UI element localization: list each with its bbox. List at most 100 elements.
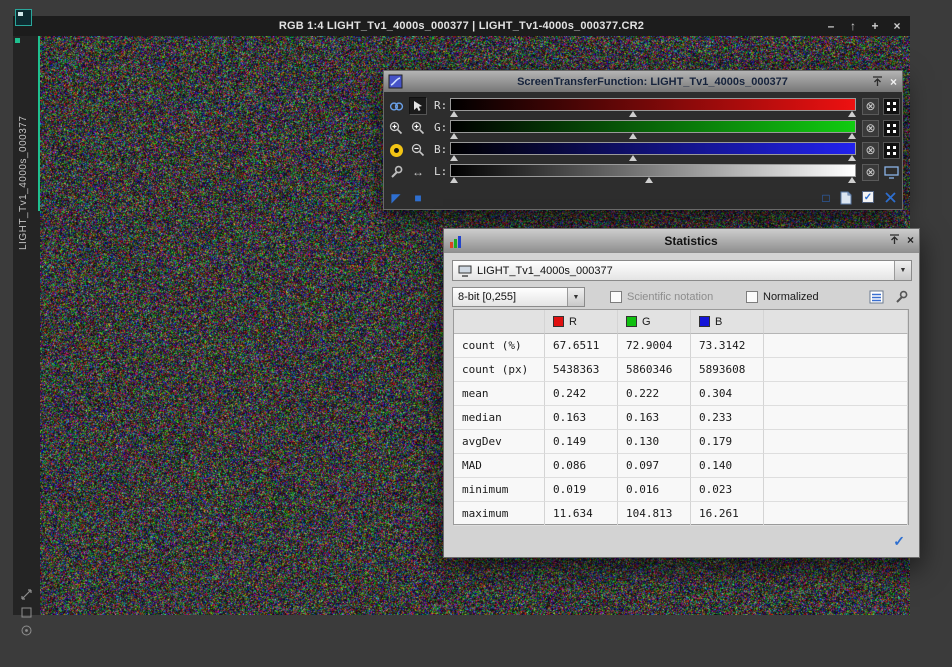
stf-slider-b[interactable]: [450, 142, 856, 161]
zoom-out-icon[interactable]: [409, 141, 427, 159]
chevron-down-icon[interactable]: ▼: [567, 288, 584, 306]
range-selector[interactable]: 8-bit [0,255] ▼: [452, 287, 585, 307]
reset-channel-icon[interactable]: ⊗: [862, 164, 879, 181]
enabled-checkbox[interactable]: ✓: [862, 191, 878, 207]
cell-value: 0.233: [691, 406, 764, 430]
zoom-icon[interactable]: +: [868, 18, 882, 34]
chevron-down-icon[interactable]: ▼: [894, 261, 911, 280]
channel-label-g: G:: [434, 121, 448, 134]
cell-value: 16.261: [691, 502, 764, 526]
screen-icon[interactable]: [883, 164, 900, 181]
view-selector[interactable]: LIGHT_Tv1_4000s_000377 ▼: [452, 260, 912, 281]
window-title-bar[interactable]: RGB 1:4 LIGHT_Tv1_4000s_000377 | LIGHT_T…: [13, 16, 910, 36]
checkbox-box: [610, 291, 622, 303]
reset-channel-icon[interactable]: ⊗: [862, 142, 879, 159]
apply-check-icon[interactable]: ✓: [893, 533, 905, 550]
cell-filler: [764, 454, 908, 478]
apply-icon[interactable]: ■: [410, 191, 426, 207]
row-label: minimum: [454, 478, 545, 502]
cell-value: 0.304: [691, 382, 764, 406]
cell-value: 0.016: [618, 478, 691, 502]
preferences-wrench-icon[interactable]: [892, 288, 910, 306]
cell-value: 0.149: [545, 430, 618, 454]
normalized-checkbox[interactable]: Normalized: [746, 291, 819, 303]
arrow-cursor-icon[interactable]: [409, 97, 427, 115]
highlight-marker[interactable]: [848, 133, 856, 139]
checkbox-label: Normalized: [763, 291, 819, 303]
stf-channel-row-g: G: ⊗: [434, 120, 900, 140]
shadow-marker[interactable]: [450, 155, 458, 161]
zoom-in-icon[interactable]: [387, 119, 405, 137]
documentation-icon[interactable]: [840, 191, 856, 207]
pan-arrows-icon[interactable]: ↔: [409, 163, 427, 181]
midtone-marker[interactable]: [629, 133, 637, 139]
target-mode-icon[interactable]: [20, 624, 33, 637]
stf-close-icon[interactable]: ×: [890, 75, 897, 89]
blue-swatch: [699, 316, 710, 327]
chain-link-icon[interactable]: [387, 97, 405, 115]
cell-value: 0.019: [545, 478, 618, 502]
tab-selected-mark: [15, 38, 20, 43]
row-label: MAD: [454, 454, 545, 478]
stf-process-icon: [388, 74, 403, 89]
highlight-marker[interactable]: [848, 111, 856, 117]
row-label: count (px): [454, 358, 545, 382]
stf-channel-row-b: B: ⊗: [434, 142, 900, 162]
new-instance-icon[interactable]: ◤: [388, 191, 404, 207]
sidebar-tab-label[interactable]: LIGHT_Tv1_4000s_000377: [18, 50, 29, 250]
stf-slider-r[interactable]: [450, 98, 856, 117]
workspace-icon[interactable]: [15, 9, 32, 26]
green-swatch: [626, 316, 637, 327]
shade-icon[interactable]: ↑: [846, 18, 860, 34]
channel-detail-icon[interactable]: [883, 142, 900, 159]
statistics-close-icon[interactable]: ×: [907, 233, 914, 247]
reset-channel-icon[interactable]: ⊗: [862, 98, 879, 115]
statistics-title-bar[interactable]: Statistics ×: [444, 229, 919, 253]
reset-channel-icon[interactable]: ⊗: [862, 120, 879, 137]
minimize-icon[interactable]: –: [824, 18, 838, 34]
window-title: RGB 1:4 LIGHT_Tv1_4000s_000377 | LIGHT_T…: [279, 20, 644, 32]
shadow-marker[interactable]: [450, 133, 458, 139]
cell-filler: [764, 358, 908, 382]
midtone-marker[interactable]: [629, 155, 637, 161]
frame-mode-icon[interactable]: [20, 606, 33, 619]
stf-slider-g[interactable]: [450, 120, 856, 139]
highlight-marker[interactable]: [848, 155, 856, 161]
highlight-marker[interactable]: [848, 177, 856, 183]
stf-title-bar[interactable]: ScreenTransferFunction: LIGHT_Tv1_4000s_…: [384, 71, 902, 92]
midtone-marker[interactable]: [645, 177, 653, 183]
edit-stf-wrench-icon[interactable]: [387, 163, 405, 181]
view-selector-value: LIGHT_Tv1_4000s_000377: [472, 265, 894, 277]
range-selector-value: 8-bit [0,255]: [453, 291, 567, 303]
column-header-r: R: [545, 310, 618, 334]
auto-stretch-icon[interactable]: [387, 141, 405, 159]
row-label: maximum: [454, 502, 545, 526]
close-icon[interactable]: ×: [890, 18, 904, 34]
zoom-fit-icon[interactable]: [409, 119, 427, 137]
channel-label-l: L:: [434, 165, 448, 178]
scientific-notation-checkbox[interactable]: Scientific notation: [610, 291, 713, 303]
pin-icon[interactable]: [872, 76, 883, 87]
reset-all-icon[interactable]: [884, 191, 900, 207]
desktop: RGB 1:4 LIGHT_Tv1_4000s_000377 | LIGHT_T…: [0, 0, 952, 667]
shadow-marker[interactable]: [450, 177, 458, 183]
table-options-icon[interactable]: [867, 288, 885, 306]
header-filler: [764, 310, 908, 334]
channel-label-b: B:: [434, 143, 448, 156]
row-label: count (%): [454, 334, 545, 358]
column-header-b: B: [691, 310, 764, 334]
red-swatch: [553, 316, 564, 327]
apply-global-icon[interactable]: □: [818, 191, 834, 207]
statistics-table: R G B count (%) 67.6511 72.9004 73.3142 …: [453, 309, 909, 525]
channel-detail-icon[interactable]: [883, 120, 900, 137]
channel-detail-icon[interactable]: [883, 98, 900, 115]
table-corner-cell: [454, 310, 545, 334]
midtone-marker[interactable]: [629, 111, 637, 117]
pin-icon[interactable]: [889, 234, 900, 245]
cell-value: 72.9004: [618, 334, 691, 358]
stf-slider-l[interactable]: [450, 164, 856, 183]
cell-value: 0.242: [545, 382, 618, 406]
sync-views-icon[interactable]: [20, 588, 33, 601]
monitor-icon: [458, 265, 472, 277]
shadow-marker[interactable]: [450, 111, 458, 117]
